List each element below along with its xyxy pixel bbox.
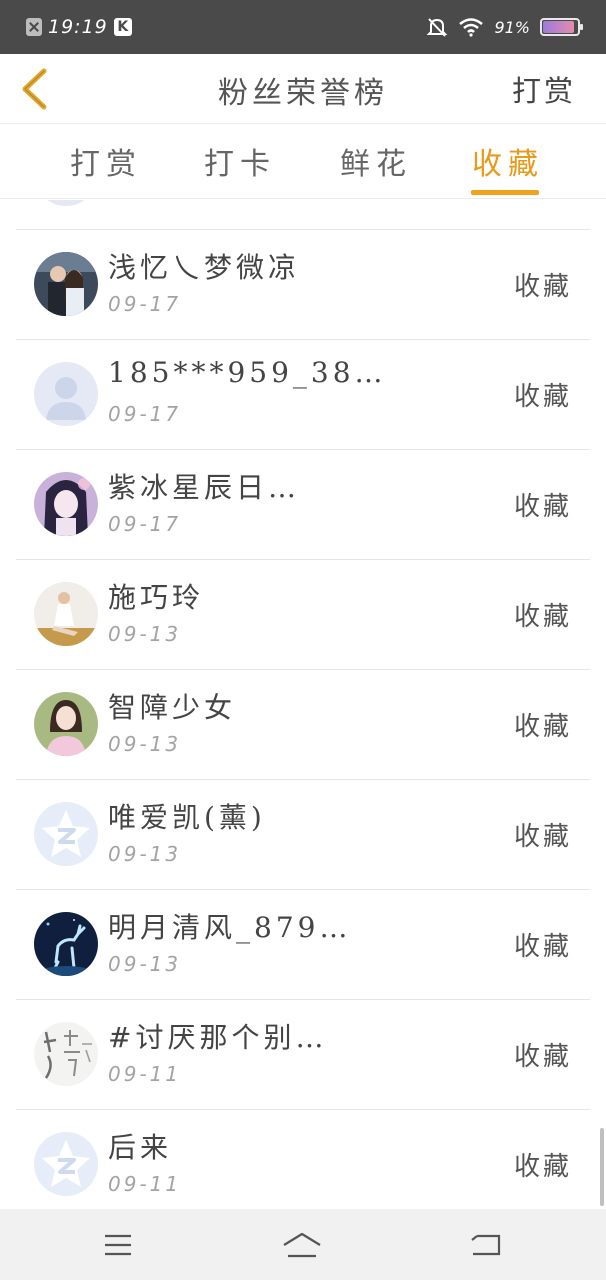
default-avatar-icon: [34, 362, 98, 426]
favorite-label: 收藏: [513, 1042, 572, 1072]
fan-name: 紫冰星辰日…: [108, 471, 301, 504]
fan-date: 09-13: [108, 622, 182, 646]
list-item[interactable]: 明月清风_879… 09-13 收藏: [16, 890, 590, 1000]
fan-date: 09-13: [108, 952, 182, 976]
status-bar: 19:19 K 91%: [0, 0, 606, 54]
tab-label: 鲜花: [340, 147, 412, 182]
fan-date: 09-17: [108, 292, 182, 316]
list-item-partial: [16, 200, 590, 230]
home-button[interactable]: [282, 1225, 322, 1265]
fan-date: 09-17: [108, 402, 182, 426]
favorite-label: 收藏: [513, 272, 572, 302]
fan-name: 施巧玲: [108, 581, 205, 614]
fan-date: 09-11: [108, 1172, 182, 1196]
fan-date: 09-13: [108, 732, 182, 756]
qq-default-avatar-icon: [34, 1132, 98, 1196]
avatar: [34, 200, 98, 206]
fan-name: 浅忆乀梦微凉: [108, 251, 301, 284]
menu-button[interactable]: [98, 1225, 138, 1265]
active-tab-indicator: [471, 190, 539, 195]
fan-date: 09-17: [108, 512, 182, 536]
fan-date: 09-13: [108, 842, 182, 866]
tab-reward[interactable]: 打赏: [70, 139, 142, 199]
fan-name: 唯爱凯(薰): [108, 801, 266, 834]
battery-percent: 91%: [494, 17, 530, 37]
return-icon: [471, 1234, 501, 1256]
favorite-label: 收藏: [513, 602, 572, 632]
favorite-label: 收藏: [513, 382, 572, 412]
list-item[interactable]: 施巧玲 09-13 收藏: [16, 560, 590, 670]
tab-bar: 打赏 打卡 鲜花 收藏: [0, 125, 606, 199]
avatar: [34, 582, 98, 646]
list-item[interactable]: #讨厌那个别… 09-11 收藏: [16, 1000, 590, 1110]
avatar: [34, 252, 98, 316]
system-nav-bar: [0, 1209, 606, 1280]
fan-list[interactable]: 浅忆乀梦微凉 09-17 收藏 185***959_38… 09-17 收藏 紫…: [0, 200, 606, 1209]
list-item[interactable]: 185***959_38… 09-17 收藏: [16, 340, 590, 450]
list-item[interactable]: 唯爱凯(薰) 09-13 收藏: [16, 780, 590, 890]
list-item[interactable]: 浅忆乀梦微凉 09-17 收藏: [16, 230, 590, 340]
fan-name: 明月清风_879…: [108, 911, 352, 944]
favorite-label: 收藏: [513, 932, 572, 962]
fan-date: 09-11: [108, 1062, 182, 1086]
reward-button[interactable]: 打赏: [512, 68, 576, 110]
tab-flowers[interactable]: 鲜花: [340, 139, 412, 199]
list-item[interactable]: 后来 09-11 收藏: [16, 1110, 590, 1209]
avatar: [34, 692, 98, 756]
list-item[interactable]: 紫冰星辰日… 09-17 收藏: [16, 450, 590, 560]
menu-icon: [105, 1234, 131, 1256]
back-nav-button[interactable]: [466, 1225, 506, 1265]
scrollbar-thumb[interactable]: [600, 1128, 604, 1206]
wifi-icon: [459, 18, 484, 37]
fan-name: 智障少女: [108, 691, 237, 724]
tab-label: 打赏: [70, 147, 142, 182]
k-app-icon: K: [113, 18, 132, 36]
favorite-label: 收藏: [513, 492, 572, 522]
fan-name: 后来: [108, 1131, 173, 1164]
status-time: 19:19: [48, 16, 108, 38]
mute-bell-icon: [427, 18, 448, 37]
avatar: [34, 1022, 98, 1086]
qq-default-avatar-icon: [34, 802, 98, 866]
app-header: 粉丝荣誉榜 打赏: [0, 54, 606, 124]
battery-icon: [540, 18, 583, 36]
tab-label: 打卡: [204, 147, 276, 182]
tab-checkin[interactable]: 打卡: [204, 139, 276, 199]
status-right: 91%: [426, 14, 583, 40]
tab-favorites[interactable]: 收藏: [471, 139, 544, 199]
list-item[interactable]: 智障少女 09-13 收藏: [16, 670, 590, 780]
home-icon: [283, 1232, 321, 1258]
notification-close-icon: [26, 18, 42, 36]
favorite-label: 收藏: [513, 1152, 572, 1182]
favorite-label: 收藏: [513, 712, 572, 742]
fan-name: 185***959_38…: [108, 356, 387, 389]
favorite-label: 收藏: [513, 822, 572, 852]
avatar: [34, 912, 98, 976]
tab-label: 收藏: [472, 147, 544, 182]
fan-name: #讨厌那个别…: [108, 1021, 328, 1054]
status-left: 19:19 K: [26, 14, 132, 40]
avatar: [34, 472, 98, 536]
